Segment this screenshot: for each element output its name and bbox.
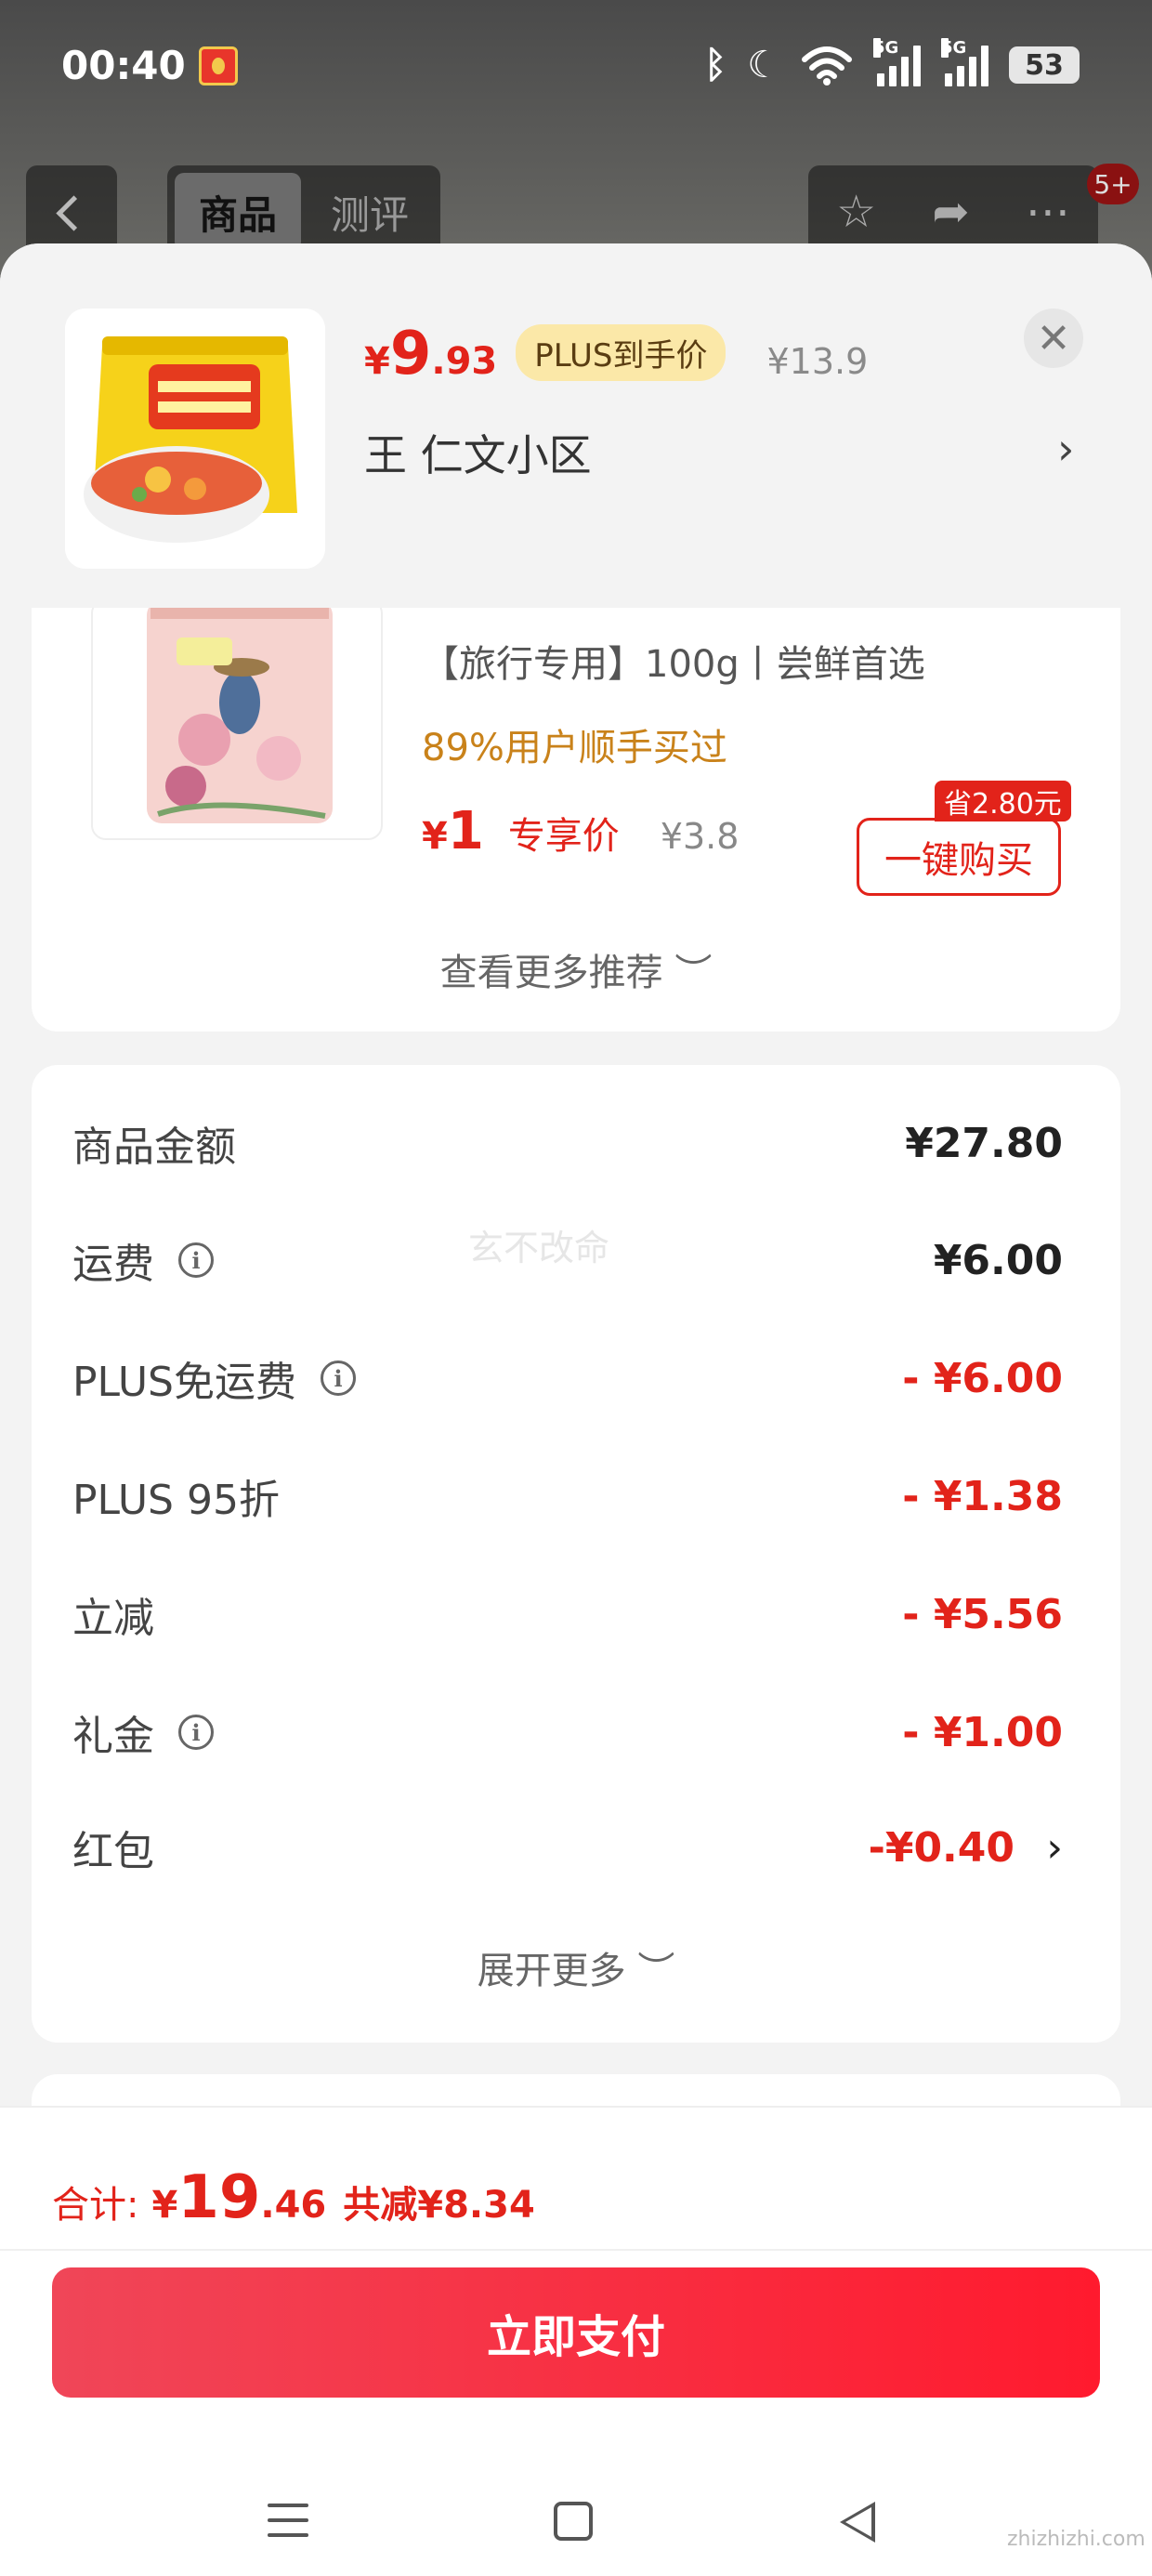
row-label: 运费 xyxy=(72,1241,154,1288)
moon-icon: ☾ xyxy=(747,44,780,86)
row-label: 立减 xyxy=(72,1595,154,1642)
recommendation-card: 【旅行专用】100g丨尝鲜首选 89%用户顺手买过 ¥ 1 专享价 ¥3.8 一… xyxy=(32,608,1120,1032)
summary-row-plus-free-shipping: PLUS免运费 i - ¥6.00 xyxy=(72,1341,1063,1415)
product-image[interactable] xyxy=(65,309,325,569)
recommendation-title: 【旅行专用】100g丨尝鲜首选 xyxy=(422,643,925,686)
chevron-right-icon[interactable]: › xyxy=(1046,1824,1063,1872)
row-value: - ¥1.00 xyxy=(902,1708,1063,1756)
row-label: 礼金 xyxy=(72,1713,154,1760)
row-value: -¥0.40 xyxy=(868,1823,1015,1872)
row-label: 红包 xyxy=(72,1828,154,1875)
recommendation-price: ¥ 1 专享价 ¥3.8 xyxy=(422,801,739,861)
row-value: - ¥1.38 xyxy=(902,1472,1063,1520)
total-integer: 19 xyxy=(177,2163,261,2232)
system-navigation-bar xyxy=(0,2483,1152,2567)
signal-icon: 5G xyxy=(873,38,921,86)
see-more-recommendations-link[interactable]: 查看更多推荐 ︶ xyxy=(32,942,1120,996)
price-decimal: .93 xyxy=(431,340,498,383)
row-value: ¥6.00 xyxy=(933,1236,1063,1284)
site-watermark: zhizhizhi.com xyxy=(1007,2528,1145,2551)
notification-app-icon xyxy=(199,46,238,85)
menu-icon[interactable] xyxy=(268,2504,308,2541)
exclusive-price-label: 专享价 xyxy=(507,815,620,858)
original-price: ¥13.9 xyxy=(766,341,869,382)
plus-price-tag: PLUS到手价 xyxy=(516,323,727,381)
home-icon[interactable] xyxy=(554,2502,593,2541)
row-value: ¥27.80 xyxy=(905,1119,1063,1167)
status-time: 00:40 xyxy=(61,43,186,88)
row-label: 商品金额 xyxy=(72,1124,236,1171)
back-triangle-icon[interactable] xyxy=(840,2502,875,2543)
close-icon[interactable]: ✕ xyxy=(1024,309,1083,368)
share-icon[interactable]: ➦ xyxy=(932,186,969,238)
recommendation-image[interactable] xyxy=(91,608,383,840)
expand-more-link[interactable]: 展开更多 ︶ xyxy=(32,1940,1120,1994)
summary-row-red-packet[interactable]: 红包 -¥0.40 › xyxy=(72,1810,1063,1885)
header-price: ¥ 9 .93 PLUS到手价 ¥13.9 xyxy=(364,320,869,388)
save-badge: 省2.80元 xyxy=(935,781,1071,821)
currency-symbol: ¥ xyxy=(422,815,448,858)
bluetooth-icon: ᛒ xyxy=(704,44,727,86)
row-label: PLUS 95折 xyxy=(72,1477,280,1524)
info-icon[interactable]: i xyxy=(321,1360,356,1396)
row-value: - ¥5.56 xyxy=(902,1590,1063,1638)
currency-symbol: ¥ xyxy=(364,340,390,383)
divider xyxy=(0,2249,1152,2251)
sheet-header: ¥ 9 .93 PLUS到手价 ¥13.9 ✕ 王 仁文小区 › xyxy=(0,243,1152,608)
recommendation-price-value: 1 xyxy=(447,801,484,861)
battery-icon: 53 xyxy=(1009,46,1080,84)
summary-row-gift-money: 礼金 i - ¥1.00 xyxy=(72,1695,1063,1769)
wifi-icon xyxy=(802,46,852,85)
tab-product[interactable]: 商品 xyxy=(175,173,301,251)
cart-badge: 5+ xyxy=(1087,164,1139,204)
one-click-buy-button[interactable]: 一键购买 xyxy=(857,818,1061,896)
summary-row-goods-amount: 商品金额 ¥27.80 xyxy=(72,1106,1063,1180)
delivery-address[interactable]: 王 仁文小区 xyxy=(364,422,592,483)
summary-row-plus-discount: PLUS 95折 - ¥1.38 xyxy=(72,1459,1063,1533)
star-icon[interactable]: ☆ xyxy=(836,186,876,238)
status-bar: 00:40 ᛒ ☾ 5G 5G 53 xyxy=(0,0,1152,139)
more-icon[interactable]: ⋯ xyxy=(1026,186,1070,238)
price-summary-card: 玄不改命 商品金额 ¥27.80 运费 i ¥6.00 PLUS免运费 i - … xyxy=(32,1065,1120,2043)
checkout-bottom-bar: 合计: ¥ 19 .46 共减¥8.34 立即支付 xyxy=(0,2106,1152,2576)
total-decimal: .46 xyxy=(260,2184,327,2227)
info-icon[interactable]: i xyxy=(178,1242,214,1278)
info-icon[interactable]: i xyxy=(178,1715,214,1750)
summary-row-shipping: 运费 i ¥6.00 xyxy=(72,1223,1063,1297)
summary-row-instant-discount: 立减 - ¥5.56 xyxy=(72,1577,1063,1651)
signal-icon: 5G xyxy=(941,38,988,86)
chevron-right-icon[interactable]: › xyxy=(1057,424,1074,474)
currency-symbol: ¥ xyxy=(151,2184,178,2227)
total-line: 合计: ¥ 19 .46 共减¥8.34 xyxy=(52,2163,535,2232)
total-label: 合计: xyxy=(52,2184,139,2227)
total-discount: 共减¥8.34 xyxy=(343,2184,535,2227)
pay-now-button[interactable]: 立即支付 xyxy=(52,2267,1100,2398)
recommendation-original-price: ¥3.8 xyxy=(660,816,740,857)
row-label: PLUS免运费 xyxy=(72,1359,296,1406)
price-integer: 9 xyxy=(389,320,432,388)
row-value: - ¥6.00 xyxy=(902,1354,1063,1402)
tab-review[interactable]: 测评 xyxy=(307,173,433,251)
recommendation-stat: 89%用户顺手买过 xyxy=(422,727,727,769)
page: 00:40 ᛒ ☾ 5G 5G 53 商品 测评 ☆ ➦ ⋯ 5+ 【旅行专用】… xyxy=(0,0,1152,2576)
status-icons: ᛒ ☾ 5G 5G 53 xyxy=(704,38,1080,89)
